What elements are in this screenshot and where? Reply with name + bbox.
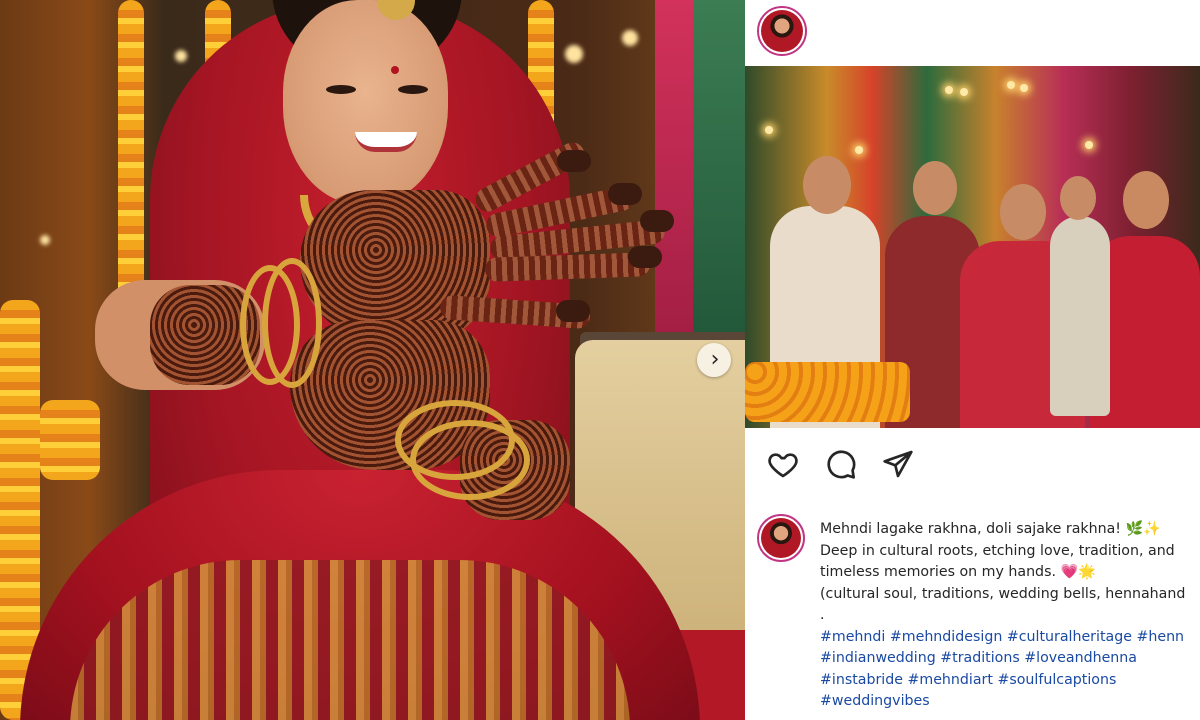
paper-plane-icon xyxy=(883,450,913,478)
bindi xyxy=(391,66,399,74)
glowing-star-emoji: 🌟 xyxy=(1078,564,1096,580)
bokeh-light xyxy=(175,50,187,62)
fingernail xyxy=(628,246,662,268)
gold-bangle xyxy=(262,258,322,388)
post-main-image[interactable]: › xyxy=(0,0,745,720)
comment-bubble-icon xyxy=(827,450,856,479)
guest-figure xyxy=(1050,216,1110,416)
guest-head xyxy=(803,156,851,214)
drape-green xyxy=(693,0,745,340)
bokeh-light xyxy=(960,88,968,96)
bokeh-light xyxy=(565,45,583,63)
hashtag-line[interactable]: #indianwedding #traditions #loveandhenna xyxy=(820,648,1200,670)
hashtag-line[interactable]: #instabride #mehndiart #soulfulcaptions xyxy=(820,670,1200,692)
drape-pink xyxy=(655,0,693,340)
post-panel: Mehndi lagake rakhna, doli sajake rakhna… xyxy=(745,0,1200,720)
caption-line: timeless memories on my hands. 💗🌟 xyxy=(820,562,1200,584)
caption-line: (cultural soul, traditions, wedding bell… xyxy=(820,585,1186,602)
hashtag-line[interactable]: #mehndi #mehndidesign #culturalheritage … xyxy=(820,627,1200,649)
bokeh-light xyxy=(945,86,953,94)
avatar-image xyxy=(761,518,801,558)
avatar-image xyxy=(761,10,803,52)
gold-bangle xyxy=(410,420,530,500)
hashtag-line[interactable]: #weddingvibes xyxy=(820,691,1200,713)
sparkles-emoji: ✨ xyxy=(1143,521,1161,537)
fingernail xyxy=(556,300,590,322)
caption-text: Mehndi lagake rakhna, doli sajake rakhna… xyxy=(820,519,1200,713)
bokeh-light xyxy=(1007,81,1015,89)
marigold-tray xyxy=(745,362,910,422)
chevron-right-icon: › xyxy=(710,347,720,372)
caption-line: Deep in cultural roots, etching love, tr… xyxy=(820,542,1175,559)
post-preview-image[interactable] xyxy=(745,66,1200,428)
bokeh-light xyxy=(765,126,773,134)
bokeh-light xyxy=(1085,141,1093,149)
fingernail xyxy=(640,210,674,232)
guest-head xyxy=(1123,171,1169,229)
eye xyxy=(326,85,356,94)
guest-head xyxy=(913,161,957,215)
caption-line-text: timeless memories on my hands. xyxy=(820,564,1056,580)
bokeh-light xyxy=(40,235,50,245)
caption-headline: Mehndi lagake rakhna, doli sajake rakhna… xyxy=(820,521,1121,537)
guest-head xyxy=(1000,184,1046,240)
carousel-next-button[interactable]: › xyxy=(697,343,731,377)
caption-line: . xyxy=(820,607,825,623)
bokeh-light xyxy=(1020,84,1028,92)
bokeh-light xyxy=(622,30,638,46)
share-button[interactable] xyxy=(882,448,918,484)
like-button[interactable] xyxy=(767,448,803,484)
bride-face xyxy=(283,0,448,205)
comment-button[interactable] xyxy=(825,448,861,484)
post-actions-bar xyxy=(745,440,1200,490)
marigold-garland xyxy=(118,0,144,300)
heart-icon xyxy=(768,453,798,478)
guest-head xyxy=(1060,176,1096,220)
fingernail xyxy=(557,150,591,172)
bokeh-light xyxy=(855,146,863,154)
fingernail xyxy=(608,183,642,205)
marigold-garland xyxy=(40,400,100,480)
finger xyxy=(484,252,651,282)
caption-author-avatar[interactable] xyxy=(757,514,805,562)
eye xyxy=(398,85,428,94)
caption-line: Mehndi lagake rakhna, doli sajake rakhna… xyxy=(820,519,1200,541)
heart-emoji: 💗 xyxy=(1060,564,1079,580)
herb-emoji: 🌿 xyxy=(1125,521,1144,537)
profile-avatar[interactable] xyxy=(757,6,807,56)
lehenga-embroidery xyxy=(70,560,630,720)
